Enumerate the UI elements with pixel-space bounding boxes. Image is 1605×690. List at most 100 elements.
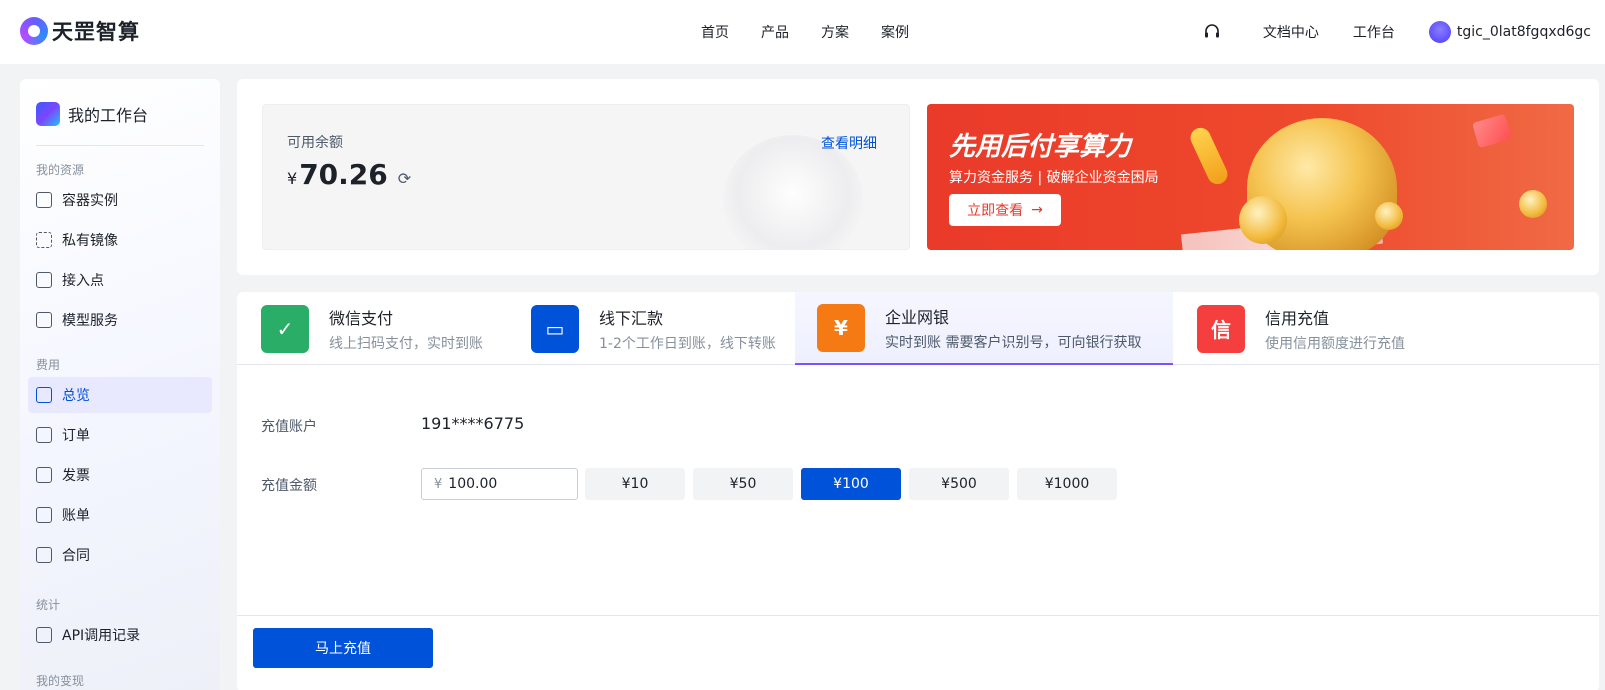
tab-desc: 线上扫码支付，实时到账 [329, 335, 483, 352]
tab-offline-transfer[interactable]: ▭ 线下汇款 1-2个工作日到账，线下转账 [531, 292, 791, 365]
balance-value: 70.26 [299, 158, 388, 191]
recharge-card: ✓ 微信支付 线上扫码支付，实时到账 ▭ 线下汇款 1-2个工作日到账，线下转账… [237, 292, 1599, 690]
group-monetize: 我的变现 [36, 674, 85, 688]
contract-icon [36, 547, 52, 563]
sidebar-item-contracts[interactable]: 合同 [28, 537, 212, 573]
tab-title: 线下汇款 [599, 308, 664, 328]
banner-subtitle: 算力资金服务 | 破解企业资金困局 [949, 170, 1159, 186]
sidebar-item-endpoints[interactable]: 接入点 [28, 262, 212, 298]
top-bar: 天罡智算 首页 产品 方案 案例 文档中心 工作台 tgic_0lat8fgqx… [0, 0, 1605, 64]
amount-value: 100.00 [448, 476, 498, 492]
summary-card: 可用余额 ¥ 70.26 ⟳ 查看明细 先用后付享算力 算力资金服务 | 破解企… [237, 79, 1599, 275]
promo-banner[interactable]: 先用后付享算力 算力资金服务 | 破解企业资金困局 立即查看 → [927, 104, 1574, 250]
sidebar-item-api-logs[interactable]: API调用记录 [28, 617, 212, 653]
tab-enterprise-banking[interactable]: ¥ 企业网银 实时到账 需要客户识别号，可向银行获取 [795, 292, 1173, 365]
tab-title: 微信支付 [329, 308, 394, 328]
order-icon [36, 427, 52, 443]
tab-title: 企业网银 [885, 307, 950, 327]
sidebar: 我的工作台 我的资源 容器实例 私有镜像 接入点 模型服务 费用 总览 订单 发… [20, 79, 220, 690]
payment-method-tabs: ✓ 微信支付 线上扫码支付，实时到账 ▭ 线下汇款 1-2个工作日到账，线下转账… [237, 292, 1599, 365]
sidebar-item-label: 账单 [62, 508, 90, 524]
tab-title: 信用充值 [1265, 308, 1330, 328]
top-right-actions: 文档中心 工作台 tgic_0lat8fgqxd6gc [1203, 0, 1605, 64]
tab-wechat-pay[interactable]: ✓ 微信支付 线上扫码支付，实时到账 [261, 292, 517, 365]
sidebar-divider [36, 145, 204, 146]
sidebar-header: 我的工作台 [36, 102, 148, 126]
tab-desc: 使用信用额度进行充值 [1265, 335, 1405, 352]
avatar [1428, 21, 1451, 43]
sidebar-item-invoices[interactable]: 发票 [28, 457, 212, 493]
bank-icon: ¥ [817, 303, 865, 352]
ribbon-graphic [1187, 124, 1231, 188]
balance-currency: ¥ [287, 169, 298, 188]
user-menu[interactable]: tgic_0lat8fgqxd6gc [1428, 21, 1591, 43]
banner-title: 先用后付享算力 [949, 132, 1132, 162]
overview-icon [36, 387, 52, 403]
tab-credit-recharge[interactable]: 信 信用充值 使用信用额度进行充值 [1197, 292, 1477, 365]
banner-view-button[interactable]: 立即查看 → [949, 194, 1061, 226]
coin-graphic [1519, 190, 1547, 218]
account-value: 191****6775 [421, 414, 525, 433]
sidebar-item-bills[interactable]: 账单 [28, 497, 212, 533]
sidebar-item-orders[interactable]: 订单 [28, 417, 212, 453]
nav-home[interactable]: 首页 [701, 22, 729, 42]
sidebar-item-label: 订单 [62, 428, 90, 444]
preset-50[interactable]: ¥50 [693, 468, 793, 500]
preset-500[interactable]: ¥500 [909, 468, 1009, 500]
sidebar-item-label: 容器实例 [62, 193, 118, 209]
image-icon [36, 232, 52, 248]
api-icon [36, 627, 52, 643]
workbench-link[interactable]: 工作台 [1353, 22, 1395, 42]
sidebar-item-label: 模型服务 [62, 313, 118, 329]
view-details-link[interactable]: 查看明细 [821, 133, 877, 153]
nav-solutions[interactable]: 方案 [821, 22, 849, 42]
preset-10[interactable]: ¥10 [585, 468, 685, 500]
tab-desc: 1-2个工作日到账，线下转账 [599, 335, 776, 352]
balance-amount: ¥ 70.26 ⟳ [287, 158, 411, 191]
workbench-icon [36, 102, 60, 126]
amount-input[interactable]: ¥ 100.00 [421, 468, 578, 500]
preset-1000[interactable]: ¥1000 [1017, 468, 1117, 500]
coin-graphic [1375, 202, 1403, 230]
ticket-graphic [1472, 113, 1512, 149]
sidebar-item-overview[interactable]: 总览 [28, 377, 212, 413]
recharge-button[interactable]: 马上充值 [253, 628, 433, 668]
amount-currency: ¥ [434, 476, 443, 492]
balance-panel: 可用余额 ¥ 70.26 ⟳ 查看明细 [262, 104, 910, 250]
wechat-icon: ✓ [261, 304, 309, 353]
sidebar-item-label: API调用记录 [62, 628, 141, 644]
card-icon: ▭ [531, 304, 579, 353]
refresh-icon[interactable]: ⟳ [398, 169, 411, 188]
credit-icon: 信 [1197, 304, 1245, 353]
docs-link[interactable]: 文档中心 [1263, 22, 1319, 42]
preset-100[interactable]: ¥100 [801, 468, 901, 500]
server-icon [36, 192, 52, 208]
brand-name: 天罡智算 [52, 20, 140, 44]
sidebar-title: 我的工作台 [68, 106, 149, 125]
sidebar-item-label: 总览 [62, 388, 90, 404]
nav-products[interactable]: 产品 [761, 22, 789, 42]
main-nav: 首页 产品 方案 案例 [701, 0, 941, 64]
account-label: 充值账户 [261, 419, 317, 435]
group-resources: 我的资源 [36, 163, 85, 177]
form-divider [237, 615, 1599, 616]
sidebar-item-private-images[interactable]: 私有镜像 [28, 222, 212, 258]
amount-label: 充值金额 [261, 478, 317, 494]
endpoint-icon [36, 272, 52, 288]
group-billing: 费用 [36, 358, 61, 372]
sidebar-item-model-services[interactable]: 模型服务 [28, 302, 212, 338]
sidebar-item-container-instances[interactable]: 容器实例 [28, 182, 212, 218]
bill-icon [36, 507, 52, 523]
sidebar-item-label: 私有镜像 [62, 233, 118, 249]
model-icon [36, 312, 52, 328]
logo-icon [20, 17, 48, 45]
arrow-right-icon: → [1031, 202, 1043, 218]
brand-logo[interactable]: 天罡智算 [20, 16, 140, 46]
sidebar-item-label: 合同 [62, 548, 90, 564]
tab-desc: 实时到账 需要客户识别号，可向银行获取 [885, 334, 1142, 351]
sidebar-item-label: 接入点 [62, 273, 104, 289]
headset-icon[interactable] [1203, 23, 1221, 41]
nav-cases[interactable]: 案例 [881, 22, 909, 42]
banner-button-label: 立即查看 [967, 203, 1024, 219]
sidebar-item-label: 发票 [62, 468, 90, 484]
